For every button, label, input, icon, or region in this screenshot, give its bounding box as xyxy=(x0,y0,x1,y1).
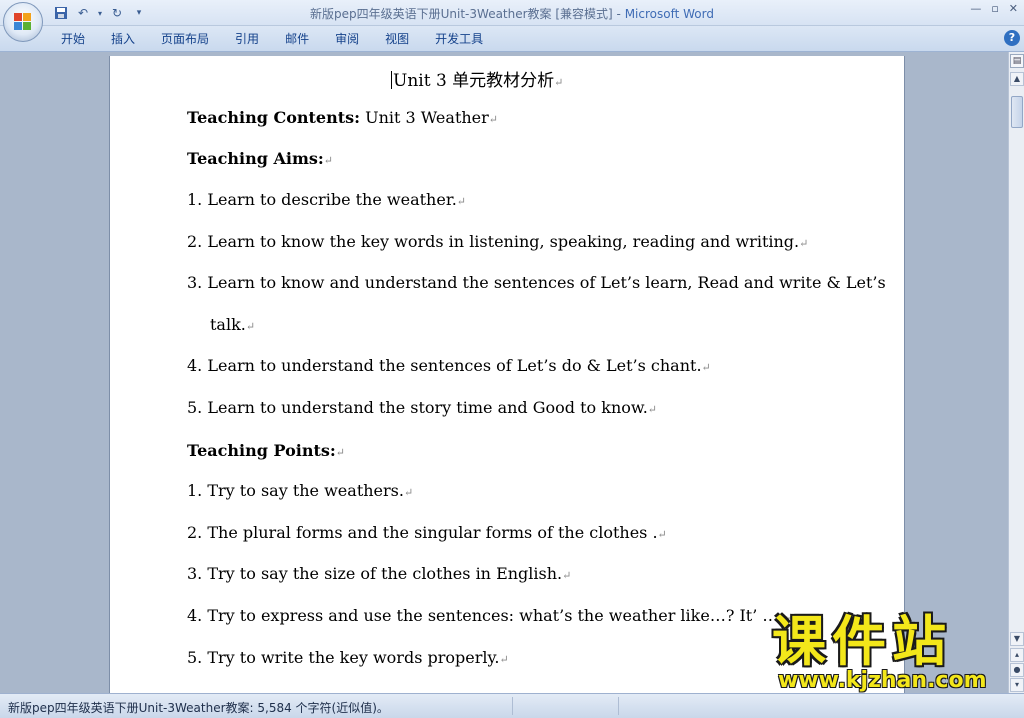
point-item: 3. Try to say the size of the clothes in… xyxy=(187,564,572,583)
aim-item-continuation: talk.↵ xyxy=(210,315,256,334)
point-item: 1. Try to say the weathers.↵ xyxy=(187,481,414,500)
scroll-thumb[interactable] xyxy=(1011,96,1023,128)
document-workspace: Unit 3 单元教材分析↵ Teaching Contents: Unit 3… xyxy=(0,52,1008,693)
point-item: 2. The plural forms and the singular for… xyxy=(187,523,667,542)
teaching-aims-label: Teaching Aims:↵ xyxy=(187,149,334,168)
status-divider xyxy=(618,697,619,715)
help-icon[interactable]: ? xyxy=(1004,30,1020,46)
office-button[interactable] xyxy=(3,2,43,42)
app-name: Microsoft Word xyxy=(624,7,714,21)
watermark-url: www.kjzhan.com xyxy=(778,668,987,693)
close-button[interactable]: ✕ xyxy=(1009,2,1018,15)
ribbon-tabs: 开始 插入 页面布局 引用 邮件 审阅 视图 开发工具 xyxy=(48,30,496,48)
ribbon: 开始 插入 页面布局 引用 邮件 审阅 视图 开发工具 ? xyxy=(0,26,1024,52)
aim-item: 1. Learn to describe the weather.↵ xyxy=(187,190,467,209)
tab-developer[interactable]: 开发工具 xyxy=(422,30,496,48)
tab-view[interactable]: 视图 xyxy=(372,30,422,48)
watermark-logo: 课件站 www.kjzhan.com xyxy=(772,612,1010,694)
aim-item: 3. Learn to know and understand the sent… xyxy=(187,273,886,292)
document-page[interactable]: Unit 3 单元教材分析↵ Teaching Contents: Unit 3… xyxy=(109,56,905,693)
minimize-button[interactable]: — xyxy=(970,2,981,15)
point-item: 4. Try to express and use the sentences:… xyxy=(187,606,793,625)
office-logo-icon xyxy=(14,13,32,31)
tab-review[interactable]: 审阅 xyxy=(322,30,372,48)
status-divider xyxy=(512,697,513,715)
window-title: 新版pep四年级英语下册Unit-3Weather教案 [兼容模式] - Mic… xyxy=(0,5,1024,22)
vertical-scrollbar[interactable]: ▤ ▲ ▼ ▴ ● ▾ xyxy=(1008,52,1024,693)
tab-page-layout[interactable]: 页面布局 xyxy=(148,30,222,48)
contents-value: Unit 3 Weather xyxy=(360,108,489,127)
document-title: 新版pep四年级英语下册Unit-3Weather教案 [兼容模式] - xyxy=(310,7,625,21)
status-word-count[interactable]: 新版pep四年级英语下册Unit-3Weather教案: 5,584 个字符(近… xyxy=(8,699,389,716)
scroll-down-arrow-icon[interactable]: ▼ xyxy=(1010,632,1024,646)
restore-button[interactable]: ▫ xyxy=(991,2,998,15)
tab-references[interactable]: 引用 xyxy=(222,30,272,48)
watermark-text: 课件站 xyxy=(772,610,952,673)
teaching-points-label: Teaching Points:↵ xyxy=(187,441,345,460)
select-browse-object-icon[interactable]: ● xyxy=(1010,663,1024,677)
next-page-icon[interactable]: ▾ xyxy=(1010,678,1024,692)
title-bar: ↶ ▾ ↻ ▾ 新版pep四年级英语下册Unit-3Weather教案 [兼容模… xyxy=(0,0,1024,26)
aim-item: 4. Learn to understand the sentences of … xyxy=(187,356,711,375)
scroll-up-arrow-icon[interactable]: ▲ xyxy=(1010,72,1024,86)
aim-item: 5. Learn to understand the story time an… xyxy=(187,398,657,417)
status-bar: 新版pep四年级英语下册Unit-3Weather教案: 5,584 个字符(近… xyxy=(0,693,1024,718)
text-cursor xyxy=(391,71,392,89)
tab-mailings[interactable]: 邮件 xyxy=(272,30,322,48)
tab-home[interactable]: 开始 xyxy=(48,30,98,48)
teaching-contents-line: Teaching Contents: Unit 3 Weather↵ xyxy=(187,108,499,127)
point-item: 5. Try to write the key words properly.↵ xyxy=(187,648,509,667)
window-controls: — ▫ ✕ xyxy=(970,2,1018,15)
contents-label: Teaching Contents: xyxy=(187,108,361,127)
tab-insert[interactable]: 插入 xyxy=(98,30,148,48)
document-heading: Unit 3 单元教材分析↵ xyxy=(391,71,564,91)
aim-item: 2. Learn to know the key words in listen… xyxy=(187,232,809,251)
view-ruler-icon[interactable]: ▤ xyxy=(1010,54,1024,68)
previous-page-icon[interactable]: ▴ xyxy=(1010,648,1024,662)
